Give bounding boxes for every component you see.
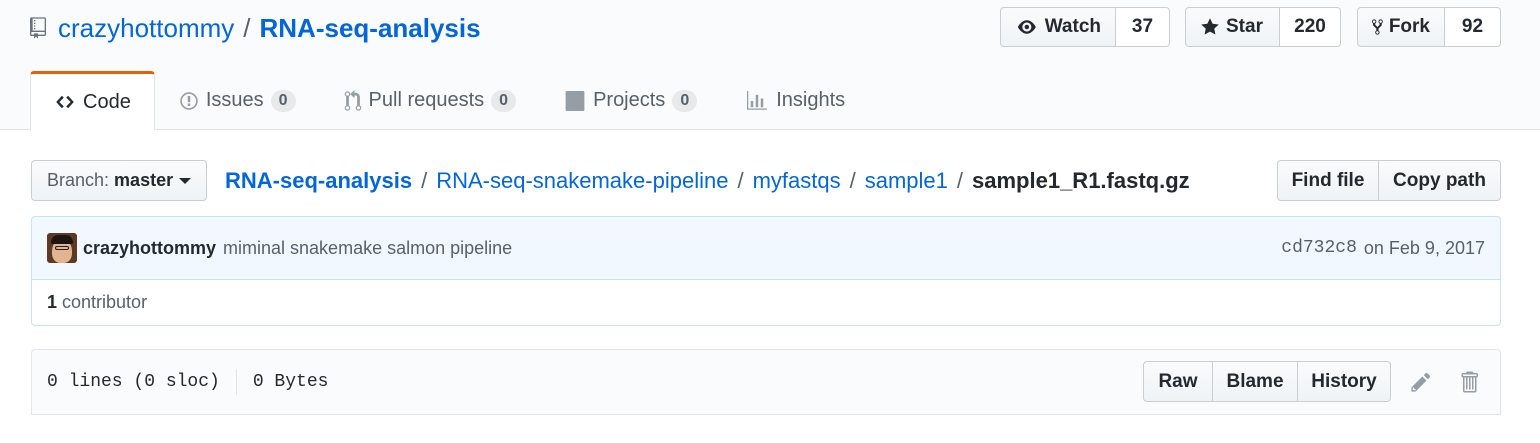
breadcrumb: RNA-seq-analysis / RNA-seq-snakemake-pip… [225, 164, 1190, 198]
file-size: 0 Bytes [252, 372, 329, 392]
tab-projects[interactable]: Projects 0 [540, 71, 721, 130]
chevron-down-icon [179, 177, 192, 184]
file-view-actions: Raw Blame History [1143, 361, 1391, 402]
commit-tease: crazyhottommy miminal snakemake salmon p… [31, 216, 1501, 280]
breadcrumb-separator: / [421, 168, 428, 193]
star-group: Star 220 [1185, 7, 1341, 47]
breadcrumb-link-myfastqs[interactable]: myfastqs [753, 168, 841, 194]
breadcrumb-separator: / [956, 168, 964, 193]
file-header: 0 lines (0 sloc) 0 Bytes Raw Blame Histo… [31, 349, 1501, 415]
repo-nav-tabs: Code Issues 0 Pull requests 0 Projects 0… [30, 71, 869, 131]
repo-title: crazyhottommy / RNA-seq-analysis [30, 10, 481, 46]
breadcrumb-current-file: sample1_R1.fastq.gz [972, 168, 1190, 193]
tab-insights[interactable]: Insights [721, 71, 869, 130]
tab-code-label: Code [83, 90, 131, 113]
tab-pull-requests-label: Pull requests [368, 89, 485, 111]
fork-icon [1372, 19, 1383, 35]
repo-owner-link[interactable]: crazyhottommy [58, 13, 234, 44]
tab-code[interactable]: Code [30, 71, 155, 131]
watch-button[interactable]: Watch [1000, 7, 1116, 47]
blame-button[interactable]: Blame [1213, 361, 1298, 402]
raw-button[interactable]: Raw [1143, 361, 1213, 402]
tab-pull-requests[interactable]: Pull requests 0 [320, 71, 541, 130]
copy-path-button[interactable]: Copy path [1379, 160, 1501, 201]
git-pull-request-icon [344, 89, 361, 111]
commit-author-link[interactable]: crazyhottommy [83, 238, 216, 259]
find-file-button[interactable]: Find file [1277, 160, 1379, 201]
delete-file-button[interactable] [1455, 367, 1483, 397]
tab-issues-count: 0 [270, 89, 296, 112]
tab-projects-count: 0 [672, 89, 698, 112]
contributors-summary[interactable]: 1 contributor [31, 279, 1501, 326]
commit-message-link[interactable]: miminal snakemake salmon pipeline [223, 238, 512, 259]
tab-pull-requests-count: 0 [491, 89, 517, 112]
file-info: 0 lines (0 sloc) 0 Bytes [47, 369, 328, 395]
watch-group: Watch 37 [1000, 7, 1170, 47]
code-icon [56, 95, 74, 109]
branch-selector[interactable]: Branch: master [31, 160, 207, 201]
avatar[interactable] [47, 233, 77, 263]
breadcrumb-separator: / [849, 168, 856, 193]
commit-meta: cd732c8 on Feb 9, 2017 [1281, 238, 1485, 259]
repo-name-link[interactable]: RNA-seq-analysis [260, 13, 481, 44]
repo-separator: / [243, 12, 251, 43]
contributor-label: contributor [62, 291, 148, 312]
fork-label: Fork [1388, 16, 1430, 37]
fork-button[interactable]: Fork [1357, 7, 1445, 47]
breadcrumb-link-sample1[interactable]: sample1 [865, 168, 948, 194]
project-icon [565, 90, 585, 111]
star-button[interactable]: Star [1185, 7, 1280, 47]
watch-label: Watch [1044, 16, 1101, 37]
breadcrumb-repo-link[interactable]: RNA-seq-analysis [225, 168, 412, 194]
edit-file-button[interactable] [1407, 367, 1435, 397]
breadcrumb-separator: / [737, 168, 744, 193]
issue-icon [180, 91, 198, 110]
file-lines: 0 lines (0 sloc) [47, 372, 220, 392]
commit-date: on Feb 9, 2017 [1363, 237, 1485, 258]
branch-prefix: Branch: [47, 170, 110, 190]
eye-icon [1017, 20, 1036, 34]
file-info-divider [235, 369, 237, 395]
fork-group: Fork 92 [1357, 7, 1501, 47]
file-navigation-actions: Find file Copy path [1277, 160, 1501, 201]
commit-sha-link[interactable]: cd732c8 [1281, 238, 1357, 258]
watch-count[interactable]: 37 [1116, 7, 1170, 47]
trashcan-icon [1461, 371, 1478, 393]
star-label: Star [1226, 16, 1263, 37]
branch-name: master [114, 170, 174, 190]
tab-issues[interactable]: Issues 0 [155, 71, 320, 130]
graph-icon [747, 90, 768, 110]
tab-projects-label: Projects [593, 89, 666, 111]
star-count[interactable]: 220 [1280, 7, 1341, 47]
history-button[interactable]: History [1298, 361, 1391, 402]
breadcrumb-link-pipeline[interactable]: RNA-seq-snakemake-pipeline [436, 168, 728, 194]
repo-header: crazyhottommy / RNA-seq-analysis Watch 3… [0, 0, 1540, 131]
contributor-count: 1 [47, 291, 58, 312]
tab-issues-label: Issues [205, 89, 264, 111]
fork-count[interactable]: 92 [1445, 7, 1501, 47]
tab-insights-label: Insights [776, 89, 846, 111]
pencil-icon [1411, 372, 1431, 392]
star-icon [1201, 18, 1219, 35]
repo-icon [30, 14, 50, 42]
